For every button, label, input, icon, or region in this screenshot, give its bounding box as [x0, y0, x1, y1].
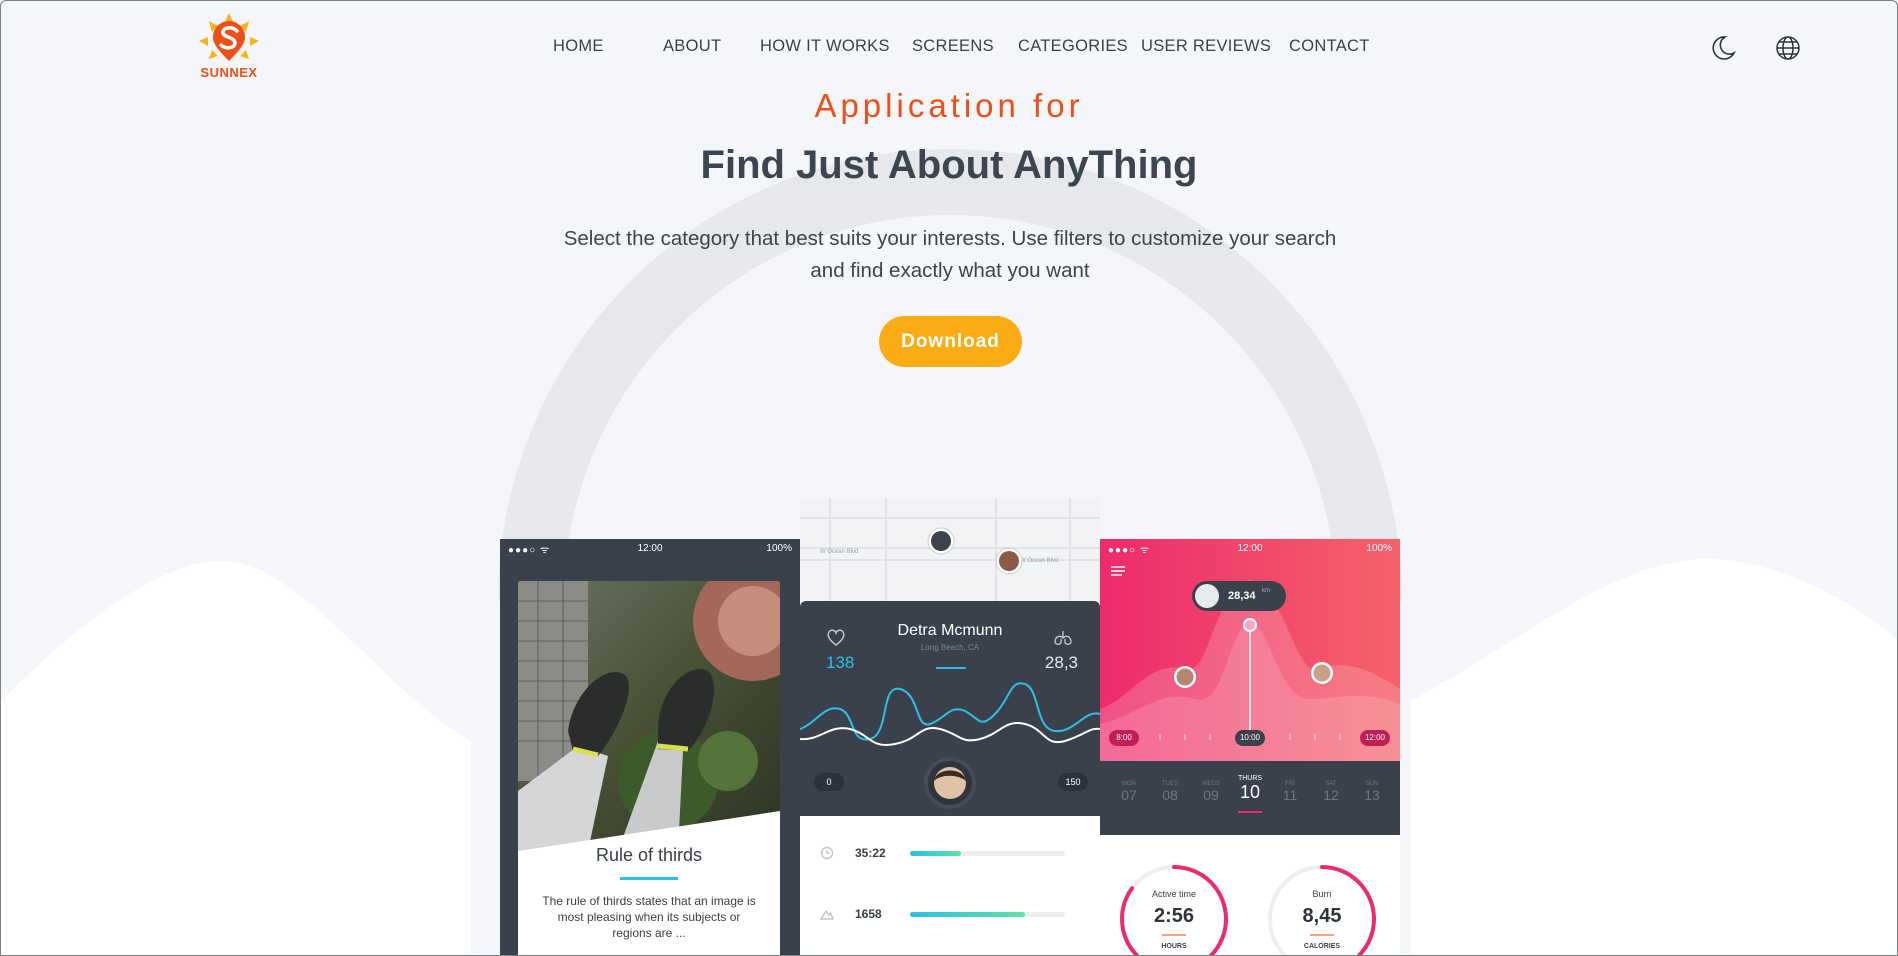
card-text: The rule of thirds states that an image …: [542, 894, 756, 940]
clock-icon: [820, 846, 834, 860]
day-thurs-selected[interactable]: THURS 10: [1233, 775, 1267, 813]
gauge-divider: [1310, 934, 1334, 936]
stat-elevation-value: 1658: [855, 907, 882, 921]
time-end: 12:00: [1360, 730, 1390, 746]
card-title-underline: [620, 877, 678, 880]
day-name: THURS: [1237, 775, 1263, 782]
gauge-label: Active time: [1151, 889, 1196, 899]
background-hill-right: [1411, 558, 1897, 955]
active-time-gauge: Active time 2:56 HOURS: [1118, 863, 1230, 955]
sneakers-photo: [518, 581, 780, 851]
avatar: [1195, 584, 1219, 608]
user-location: Long Beach, CA: [920, 643, 980, 652]
user-avatar[interactable]: [928, 761, 972, 805]
moon-icon[interactable]: [1708, 33, 1738, 63]
heart-rate-waves: [800, 682, 1100, 746]
street-label: W Ocean Blvd: [1020, 558, 1058, 564]
phone-screen-activity: ●●●○ ᯤ 12:00 100% 28,34 km 8:00 10:00 12…: [1100, 539, 1400, 955]
nav-user-reviews[interactable]: USER REVIEWS: [1141, 37, 1271, 56]
gauges-row: Active time 2:56 HOURS Burn 8,45 CALORIE…: [1100, 835, 1400, 955]
stat-time-track: [910, 851, 1065, 856]
burn-gauge: Burn 8,45 CALORIES: [1266, 863, 1378, 955]
nav-screens[interactable]: SCREENS: [912, 37, 994, 56]
gauge-divider: [1162, 934, 1186, 936]
phone-screen-rule-of-thirds: ●●●○ ᯤ 12:00 100% Rule of thirds The rul…: [500, 539, 800, 955]
nav-contact[interactable]: CONTACT: [1289, 37, 1370, 56]
main-nav: HOME ABOUT HOW IT WORKS SCREENS CATEGORI…: [1, 37, 1897, 59]
selected-day-indicator: [1238, 811, 1262, 813]
user-name: Detra Mcmunn: [897, 622, 1003, 639]
peak-value: 28,34: [1228, 590, 1256, 602]
gauge-unit: HOURS: [1161, 943, 1187, 950]
day-sun[interactable]: SUN 13: [1357, 781, 1387, 803]
day-tues[interactable]: TUES 08: [1155, 781, 1185, 803]
heart-rate-panel: Detra Mcmunn Long Beach, CA 138 28,3 0 1…: [800, 601, 1100, 816]
avatar-photo: [934, 767, 966, 799]
day-number: 07: [1121, 787, 1137, 803]
day-mon[interactable]: MON 07: [1114, 781, 1144, 803]
hero-description: Select the category that best suits your…: [563, 227, 1337, 282]
phone-screen-health-stats: W Ocean Blvd W Ocean Blvd Detra Mcmunn L…: [800, 498, 1100, 955]
brand-name: SUNNEX: [200, 65, 258, 80]
day-number: 08: [1162, 787, 1178, 803]
day-weds[interactable]: WEDS 09: [1196, 781, 1226, 803]
app-window: SUNNEX HOME ABOUT HOW IT WORKS SCREENS C…: [0, 0, 1898, 956]
day-sat[interactable]: SAT 12: [1316, 781, 1346, 803]
time-selected[interactable]: 10:00: [1235, 730, 1265, 746]
globe-icon[interactable]: [1773, 33, 1803, 63]
activity-chart-panel: ●●●○ ᯤ 12:00 100% 28,34 km 8:00 10:00 12…: [1100, 539, 1400, 761]
stat-time-fill: [910, 851, 962, 856]
card-title: Rule of thirds: [595, 845, 703, 865]
stat-time-value: 35:22: [855, 846, 886, 860]
nav-about[interactable]: ABOUT: [663, 37, 721, 56]
range-max: 150: [1058, 773, 1088, 791]
day-picker: MON 07 TUES 08 WEDS 09 THURS 10 FRI 11 S…: [1100, 761, 1400, 835]
day-fri[interactable]: FRI 11: [1275, 781, 1305, 803]
day-number: 11: [1282, 787, 1298, 803]
nav-categories[interactable]: CATEGORIES: [1018, 37, 1128, 56]
day-number: 10: [1239, 782, 1261, 802]
stats-list: 35:22 1658: [800, 816, 1100, 955]
mountain-icon: [820, 909, 834, 920]
hero-title: Find Just About AnyThing: [700, 143, 1198, 187]
day-number: 13: [1364, 787, 1380, 803]
map-view: W Ocean Blvd W Ocean Blvd: [800, 498, 1100, 608]
day-number: 12: [1323, 787, 1339, 803]
status-battery: 100%: [766, 543, 792, 554]
day-number: 09: [1203, 787, 1219, 803]
background-hill-left: [1, 561, 471, 955]
gauge-unit: CALORIES: [1303, 943, 1341, 950]
peak-value-bubble: 28,34 km: [1192, 581, 1286, 611]
activity-area-chart: [1100, 579, 1400, 761]
gauge-label: Burn: [1312, 889, 1332, 899]
peak-unit: km: [1262, 588, 1270, 594]
article-card[interactable]: Rule of thirds The rule of thirds states…: [518, 581, 780, 955]
stat-elevation-track: [910, 912, 1065, 917]
status-bar: ●●●○ ᯤ 12:00 100%: [500, 539, 800, 559]
range-min: 0: [814, 773, 844, 791]
status-time: 12:00: [637, 543, 663, 554]
stat-elevation-fill: [910, 912, 1025, 917]
nav-how-it-works[interactable]: HOW IT WORKS: [760, 37, 890, 56]
nav-home[interactable]: HOME: [553, 37, 604, 56]
gauge-value: 8,45: [1302, 905, 1342, 927]
gauge-value: 2:56: [1153, 905, 1195, 927]
download-button[interactable]: Download: [879, 316, 1022, 367]
time-start: 8:00: [1109, 730, 1139, 746]
street-label: W Ocean Blvd: [820, 549, 858, 555]
hero-pretitle: Application for: [814, 87, 1084, 124]
